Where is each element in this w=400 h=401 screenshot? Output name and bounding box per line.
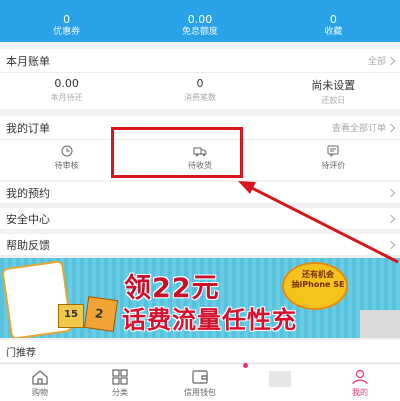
annotation-arrow — [238, 181, 399, 264]
app-root: 0 优惠券 0.00 免息额度 0 收藏 本月账单 全部 0.00 本月待还 0… — [0, 0, 400, 401]
